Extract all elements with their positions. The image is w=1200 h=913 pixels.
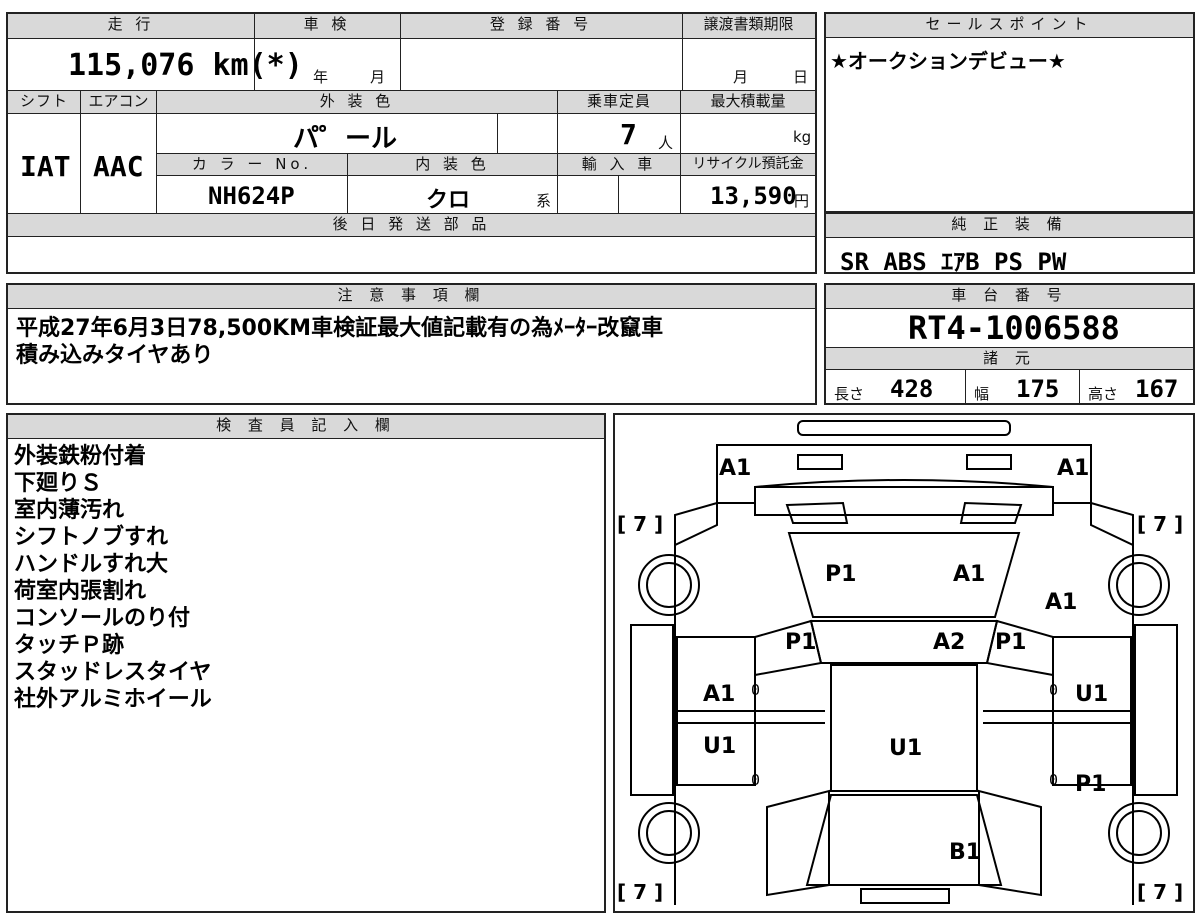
recycle-value: 13,590 <box>710 182 797 210</box>
interior-color-suffix: 系 <box>536 192 552 210</box>
interior-color-value: クロ <box>426 188 471 213</box>
inspection-header: 車 検 <box>254 14 400 38</box>
label-p1-right-rear-door: P1 <box>1075 772 1106 797</box>
label-b1-rear: B1 <box>949 840 981 865</box>
label-p1-left-pillar: P1 <box>785 630 816 655</box>
capacity-header: 乗車定員 <box>558 91 680 113</box>
height-label: 高さ <box>1088 385 1119 403</box>
tire-tread-rr: [ 7 ] <box>1137 880 1183 904</box>
sales-points-text: ★オークションデビュー★ <box>830 49 1066 73</box>
length-label: 長さ <box>834 385 865 403</box>
shift-header: シフト <box>8 91 80 113</box>
notes-line-1: 平成27年6月3日78,500KM車検証最大値記載有の為ﾒｰﾀｰ改竄車 <box>16 316 664 341</box>
color-no-header: カ ラ ー No. <box>157 154 347 175</box>
aircon-value: AAC <box>93 150 144 183</box>
car-damage-diagram: A1 A1 P1 A1 A1 P1 A2 P1 A1 U1 U1 U1 P1 B… <box>617 420 1183 905</box>
label-p1-right-pillar: P1 <box>995 630 1026 655</box>
label-u1-left-rear-door: U1 <box>703 734 736 759</box>
inspector-line: コンソールのり付 <box>14 606 191 631</box>
label-a1-front-left: A1 <box>719 456 751 481</box>
sales-points-box: セールスポイント ★オークションデビュー★ <box>824 12 1195 213</box>
width-label: 幅 <box>974 385 990 403</box>
inspector-line: タッチＰ跡 <box>14 633 125 658</box>
damage-diagram-box: A1 A1 P1 A1 A1 P1 A2 P1 A1 U1 U1 U1 P1 B… <box>613 413 1195 913</box>
notes-line-2: 積み込みタイヤあり <box>16 343 214 368</box>
capacity-unit: 人 <box>658 134 674 152</box>
vehicle-info-grid: 走 行 車 検 登 録 番 号 譲渡書類期限 115,076 km(*) 年 月… <box>6 12 817 274</box>
zero-mark-4: 0 <box>1049 771 1058 789</box>
max-load-unit: kg <box>793 128 812 146</box>
genuine-equipment-header: 純 正 装 備 <box>826 214 1193 238</box>
label-u1-right-front-door: U1 <box>1075 682 1108 707</box>
notes-box: 注 意 事 項 欄 平成27年6月3日78,500KM車検証最大値記載有の為ﾒｰ… <box>6 283 817 405</box>
label-a1-left-front-door: A1 <box>703 682 735 707</box>
aircon-header: エアコン <box>81 91 156 113</box>
inspector-line: 室内薄汚れ <box>14 498 125 523</box>
genuine-equipment-items: SR ABS ｴｱB PS PW <box>840 248 1067 276</box>
zero-mark-2: 0 <box>751 771 760 789</box>
label-p1-hood-left: P1 <box>825 562 856 587</box>
length-value: 428 <box>890 375 934 403</box>
tire-tread-fl: [ 7 ] <box>617 512 663 536</box>
chassis-value: RT4-1006588 <box>908 309 1120 347</box>
color-no-value: NH624P <box>208 182 295 210</box>
chassis-specs-box: 車 台 番 号 RT4-1006588 諸 元 長さ 428 幅 175 高さ … <box>824 283 1195 405</box>
capacity-value: 7 <box>620 118 637 151</box>
notes-header: 注 意 事 項 欄 <box>8 285 815 309</box>
height-value: 167 <box>1135 375 1179 403</box>
label-a1-hood-right: A1 <box>953 562 985 587</box>
label-a2-windshield: A2 <box>933 630 965 655</box>
transfer-day-unit: 日 <box>793 68 809 86</box>
inspector-line: 外装鉄粉付着 <box>14 444 147 469</box>
exterior-color-value: パ゜ール <box>293 124 398 154</box>
zero-mark-1: 0 <box>751 681 760 699</box>
interior-color-header: 内 装 色 <box>348 154 557 175</box>
inspector-line: 社外アルミホイール <box>14 687 212 712</box>
chassis-header: 車 台 番 号 <box>826 285 1193 309</box>
inspection-year-unit: 年 <box>313 68 329 86</box>
tire-tread-fr: [ 7 ] <box>1137 512 1183 536</box>
inspector-box: 検 査 員 記 入 欄 外装鉄粉付着 下廻りＳ 室内薄汚れ シフトノブすれ ハン… <box>6 413 606 913</box>
transfer-deadline-header: 譲渡書類期限 <box>682 14 815 38</box>
inspector-line: 下廻りＳ <box>14 471 103 496</box>
genuine-equipment-box: 純 正 装 備 SR ABS ｴｱB PS PW <box>824 212 1195 276</box>
later-parts-header: 後 日 発 送 部 品 <box>8 214 815 236</box>
registration-header: 登 録 番 号 <box>400 14 682 38</box>
import-header: 輸 入 車 <box>558 154 680 175</box>
inspection-month-unit: 月 <box>370 68 386 86</box>
zero-mark-3: 0 <box>1049 681 1058 699</box>
inspector-line: スタッドレスタイヤ <box>14 660 212 685</box>
recycle-header: リサイクル預託金 <box>681 154 815 175</box>
max-load-header: 最大積載量 <box>681 91 815 113</box>
label-a1-right-fender: A1 <box>1045 590 1077 615</box>
label-a1-front-right: A1 <box>1057 456 1089 481</box>
inspector-header: 検 査 員 記 入 欄 <box>8 415 604 439</box>
inspector-line: ハンドルすれ大 <box>14 552 169 577</box>
width-value: 175 <box>1016 375 1060 403</box>
shift-value: IAT <box>20 150 71 183</box>
exterior-color-header: 外 装 色 <box>157 91 557 113</box>
inspector-line: シフトノブすれ <box>14 525 169 550</box>
label-u1-roof: U1 <box>889 736 922 761</box>
transfer-month-unit: 月 <box>733 68 749 86</box>
recycle-unit: 円 <box>794 192 810 210</box>
inspector-line: 荷室内張割れ <box>14 579 147 604</box>
mileage-header: 走 行 <box>8 14 254 38</box>
mileage-value: 115,076 km(*) <box>68 48 303 83</box>
specs-header: 諸 元 <box>826 348 1193 370</box>
tire-tread-rl: [ 7 ] <box>617 880 663 904</box>
sales-points-header: セールスポイント <box>826 14 1193 38</box>
